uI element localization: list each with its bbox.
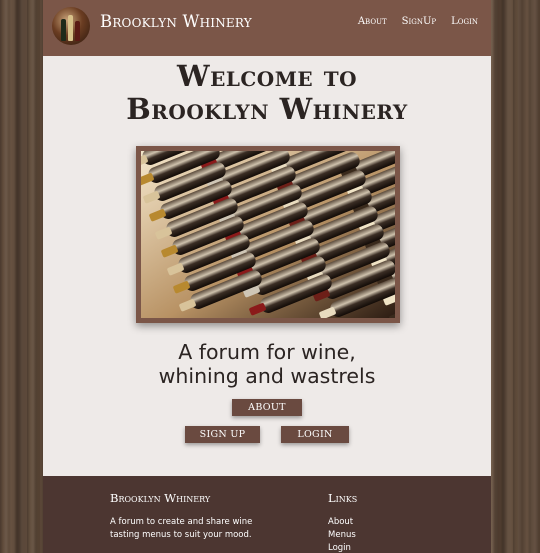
tagline: A forum for wine, whining and wastrels [43, 340, 491, 388]
footer-brand: Brooklyn Whinery [110, 491, 211, 505]
footer-link-about[interactable]: About [328, 516, 356, 529]
footer-link-login[interactable]: Login [328, 542, 356, 553]
about-button[interactable]: ABOUT [232, 399, 302, 416]
brand-name[interactable]: Brooklyn Whinery [100, 12, 252, 31]
footer-links: About Menus Login [328, 516, 356, 553]
page-title-line-1: Welcome to [177, 59, 357, 93]
footer-links-title: Links [328, 491, 358, 505]
signup-button[interactable]: SIGN UP [185, 426, 260, 443]
nav-link-about[interactable]: About [358, 16, 387, 27]
nav-link-signup[interactable]: SignUp [402, 16, 436, 27]
wine-rack-photo-icon [141, 151, 395, 318]
footer-link-menus[interactable]: Menus [328, 529, 356, 542]
wine-rack-illustration [141, 151, 395, 318]
footer: Brooklyn Whinery A forum to create and s… [43, 476, 491, 553]
wine-bottles-logo-icon[interactable] [52, 7, 90, 45]
nav-link-login[interactable]: Login [451, 16, 478, 27]
hero-image-frame [136, 146, 400, 323]
tagline-line-2: whining and wastrels [158, 364, 376, 388]
login-button[interactable]: LOGIN [281, 426, 349, 443]
footer-description: A forum to create and share wine tasting… [110, 517, 253, 540]
page-title: Welcome to Brooklyn Whinery [43, 60, 491, 126]
tagline-line-1: A forum for wine, [178, 340, 356, 364]
nav-links: About SignUp Login [358, 16, 478, 27]
page-title-line-2: Brooklyn Whinery [126, 92, 408, 126]
navbar: Brooklyn Whinery About SignUp Login [43, 0, 491, 56]
